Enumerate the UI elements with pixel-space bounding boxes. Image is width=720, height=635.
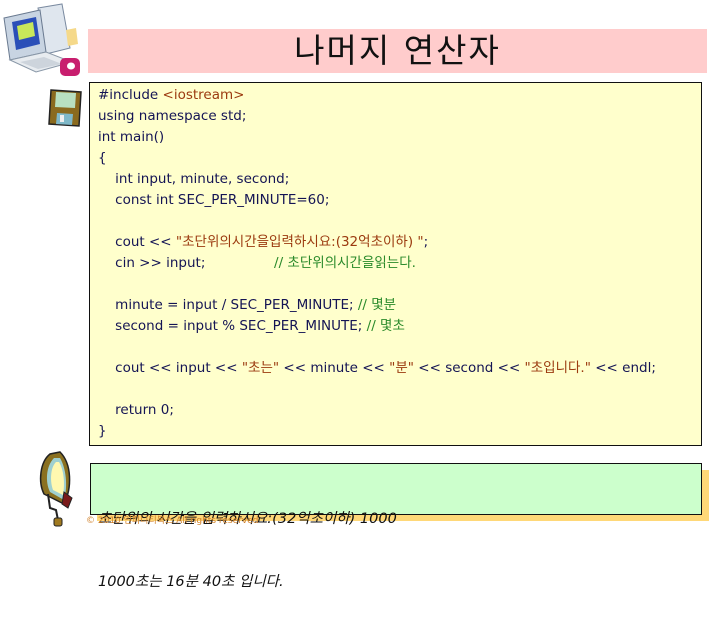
code-line: const int SEC_PER_MINUTE=60; xyxy=(98,190,656,211)
code-listing: #include <iostream> using namespace std; i… xyxy=(98,85,656,442)
code-text: << minute << xyxy=(279,360,390,376)
computer-icon xyxy=(3,3,80,76)
code-text: << endl; xyxy=(590,360,656,376)
code-comment: // 몇분 xyxy=(357,297,397,313)
code-text: using namespace std; xyxy=(98,108,247,124)
code-line: int main() xyxy=(98,127,656,148)
code-listing-box: #include <iostream> using namespace std; i… xyxy=(89,82,702,446)
code-string: "초는" xyxy=(241,360,280,376)
code-text: << second << xyxy=(413,360,525,376)
code-text: const int SEC_PER_MINUTE=60; xyxy=(98,192,330,208)
code-text: minute = input / SEC_PER_MINUTE; xyxy=(98,297,358,313)
code-line: cout << "초단위의시간을입력하시요:(32억초이하) "; xyxy=(98,232,656,253)
code-line: int input, minute, second; xyxy=(98,169,656,190)
floppy-disk-icon xyxy=(48,89,82,127)
code-line: using namespace std; xyxy=(98,106,656,127)
code-text: cout << xyxy=(98,234,176,250)
code-comment: // 몇초 xyxy=(366,318,405,334)
code-text: } xyxy=(98,423,107,439)
code-string: "초입니다." xyxy=(524,360,591,376)
code-text: int main() xyxy=(98,129,165,145)
slide-title-bar: 나머지 연산자 xyxy=(88,29,707,73)
code-line: #include <iostream> xyxy=(98,85,656,106)
output-line: 1000초는 16분 40초 입니다. xyxy=(98,574,284,590)
code-line: cin >> input; // 초단위의시간을읽는다. xyxy=(98,253,656,274)
monitor-lamp-icon xyxy=(39,451,73,527)
code-text: second = input % SEC_PER_MINUTE; xyxy=(98,318,367,334)
code-text: return 0; xyxy=(98,402,174,418)
code-text: { xyxy=(98,150,107,166)
code-line: cout << input << "초는" << minute << "분" <… xyxy=(98,358,656,379)
code-line: minute = input / SEC_PER_MINUTE; // 몇분 xyxy=(98,295,656,316)
code-text: cout << input << xyxy=(98,360,242,376)
code-line: { xyxy=(98,148,656,169)
code-comment: // 초단위의시간을읽는다. xyxy=(274,255,416,271)
slide-title: 나머지 연산자 xyxy=(294,31,501,70)
code-line: second = input % SEC_PER_MINUTE; // 몇초 xyxy=(98,316,656,337)
copyright-notice: © 2010 인피니티북스 All rights reserved xyxy=(86,516,259,526)
code-text: #include xyxy=(98,87,163,103)
code-string: "초단위의시간을입력하시요:(32억초이하) " xyxy=(175,234,424,250)
code-string: "분" xyxy=(389,360,414,376)
program-output-box: 초단위의 시간을 입력하시요:(32억초이하) 1000 1000초는 16분 … xyxy=(90,463,702,590)
code-include-target: <iostream> xyxy=(162,87,245,103)
code-text: ; xyxy=(423,234,429,250)
code-line: } xyxy=(98,421,656,442)
code-text: cin >> input; xyxy=(98,255,275,271)
code-line: return 0; xyxy=(98,400,656,421)
code-text: int input, minute, second; xyxy=(98,171,290,187)
program-output: 초단위의 시간을 입력하시요:(32억초이하) 1000 1000초는 16분 … xyxy=(98,467,397,635)
